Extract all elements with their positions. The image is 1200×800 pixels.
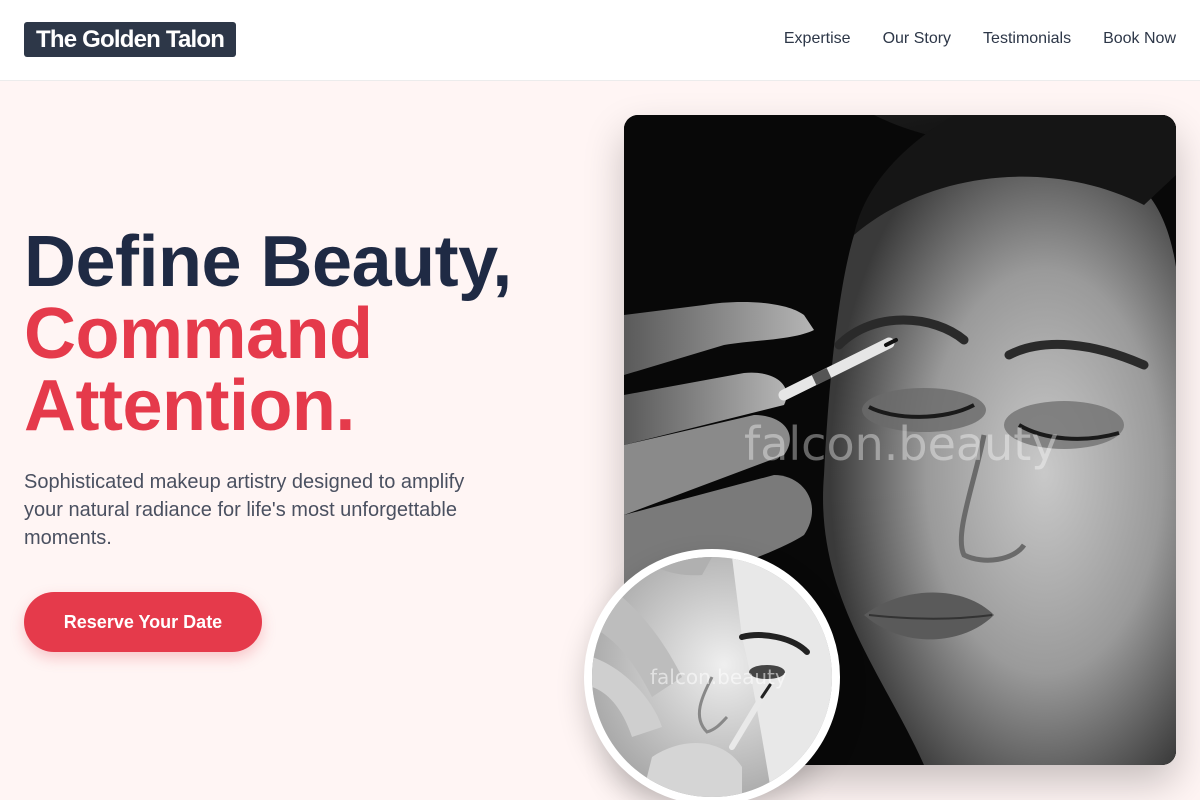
nav-link-expertise[interactable]: Expertise	[784, 29, 851, 49]
headline-line-2: Command	[24, 294, 373, 374]
hero-subtitle: Sophisticated makeup artistry designed t…	[24, 471, 465, 549]
top-navbar: The Golden Talon Expertise Our Story Tes…	[0, 0, 1200, 81]
nav-link-our-story[interactable]: Our Story	[883, 29, 951, 49]
brand-logo[interactable]: The Golden Talon	[24, 22, 237, 57]
hero-inset-photo: falcon.beauty	[584, 549, 840, 800]
hero-headline: Define Beauty, Command Attention.	[24, 226, 584, 442]
headline-line-1: Define Beauty,	[24, 222, 512, 302]
nav-link-testimonials[interactable]: Testimonials	[983, 29, 1071, 49]
reserve-date-button[interactable]: Reserve Your Date	[24, 592, 262, 652]
hero-section: Define Beauty, Command Attention. Sophis…	[0, 81, 1200, 800]
headline-line-3: Attention.	[24, 366, 355, 446]
main-nav: Expertise Our Story Testimonials Book No…	[784, 29, 1176, 49]
nav-link-book-now[interactable]: Book Now	[1103, 29, 1176, 49]
inset-photo-watermark: falcon.beauty	[650, 665, 787, 689]
main-photo-watermark: falcon.beauty	[744, 417, 1059, 471]
